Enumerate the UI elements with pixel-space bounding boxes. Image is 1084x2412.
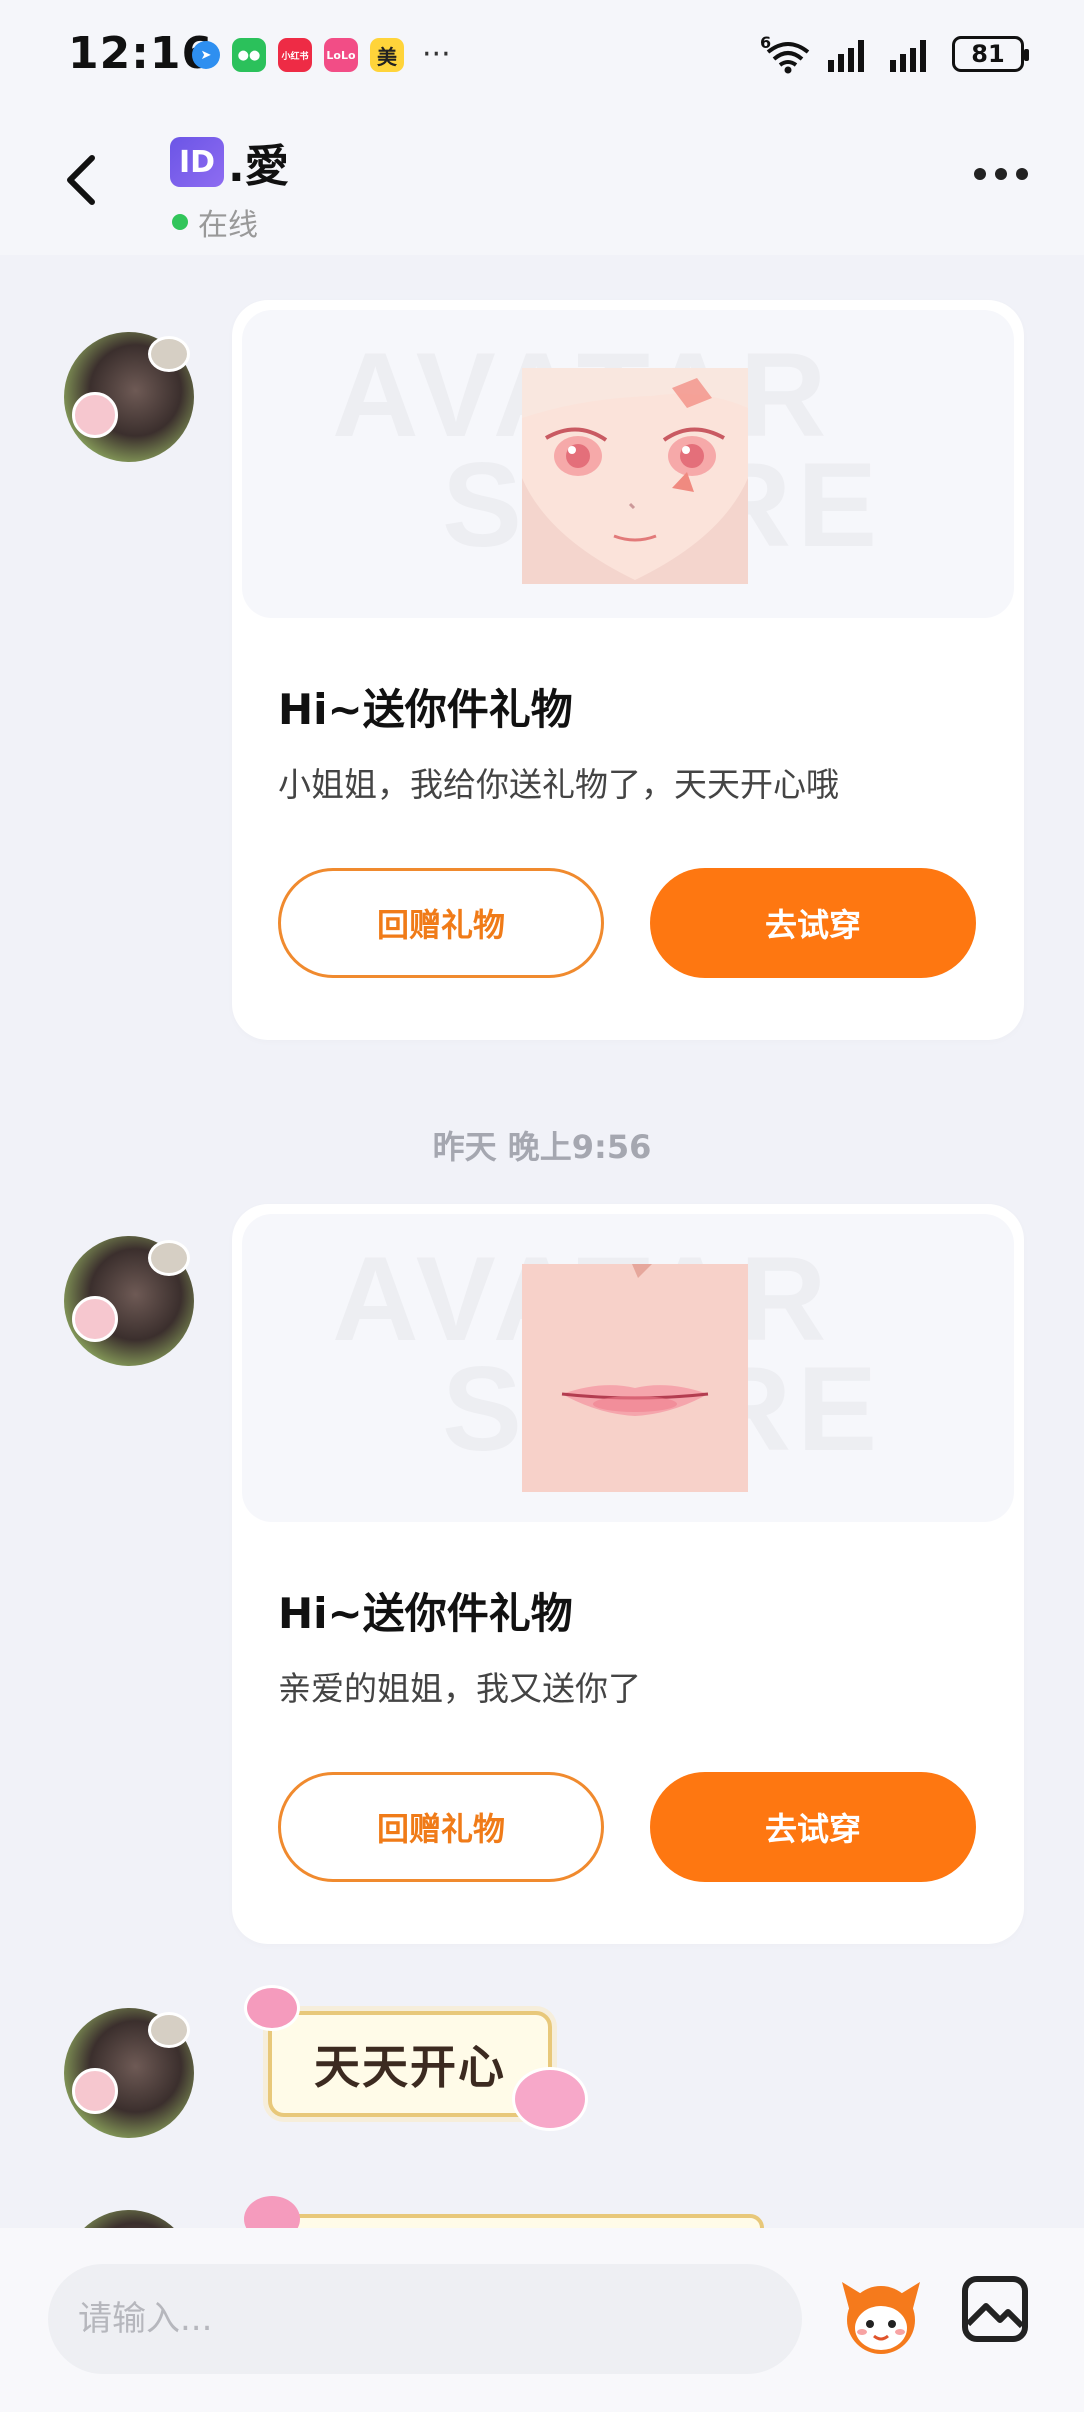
sticker-message[interactable]: 天天开心: [240, 1985, 600, 2135]
message-input[interactable]: [48, 2264, 802, 2374]
gift-preview[interactable]: AVATAR STORE: [242, 310, 1014, 618]
sender-avatar[interactable]: [64, 332, 194, 462]
status-bar: 12:16 ➤ ●● 小红书 LoLo 美 ··· 6 81: [0, 0, 1084, 110]
battery-icon: 81: [952, 36, 1029, 72]
return-gift-button[interactable]: 回赠礼物: [278, 868, 604, 978]
gift-message-text: 亲爱的姐姐，我又送你了: [278, 1669, 641, 1708]
contact-name-text: .愛: [228, 141, 289, 192]
online-status: 在线: [172, 200, 289, 244]
image-picker-icon[interactable]: [960, 2274, 1030, 2344]
face-makeup-image: [522, 368, 748, 584]
gift-message-card[interactable]: AVATAR STORE Hi~送你件礼物 亲爱的姐姐，我又送你了 回赠礼物 去…: [232, 1204, 1024, 1944]
return-gift-button[interactable]: 回赠礼物: [278, 1772, 604, 1882]
online-status-text: 在线: [198, 208, 258, 243]
sender-avatar[interactable]: [64, 2008, 194, 2138]
try-on-button[interactable]: 去试穿: [650, 868, 976, 978]
try-on-button[interactable]: 去试穿: [650, 1772, 976, 1882]
system-status: 6 81: [760, 34, 1029, 74]
signal-2-icon: [890, 40, 926, 72]
sticker-message-partial: [240, 2192, 780, 2232]
notification-icons: ➤ ●● 小红书 LoLo 美 ···: [192, 38, 451, 72]
id-badge: ID: [170, 137, 224, 187]
back-button[interactable]: [58, 150, 108, 210]
online-dot-icon: [172, 214, 188, 230]
gift-preview[interactable]: AVATAR STORE: [242, 1214, 1014, 1522]
gift-message-text: 小姐姐，我给你送礼物了，天天开心哦: [278, 765, 839, 804]
telegram-icon: ➤: [192, 41, 220, 69]
chat-header: ID .愛 在线: [0, 110, 1084, 255]
gift-title: Hi~送你件礼物: [278, 685, 573, 734]
sticker-text: 天天开心: [268, 2011, 552, 2117]
xiaohongshu-icon: 小红书: [278, 38, 312, 72]
time-divider: 昨天 晚上9:56: [432, 1128, 652, 1166]
wifi-icon: 6: [760, 34, 810, 74]
pig-sticker-icon: [512, 2067, 588, 2131]
mascot-sticker-button[interactable]: [838, 2272, 924, 2358]
dot-icon: [1016, 168, 1028, 180]
dot-icon: [974, 168, 986, 180]
pig-sticker-icon: [244, 2196, 300, 2232]
contact-name: ID .愛: [170, 130, 289, 194]
sender-avatar[interactable]: [64, 1236, 194, 1366]
wechat-icon: ●●: [232, 38, 266, 72]
signal-1-icon: [828, 40, 864, 72]
pig-sticker-icon: [244, 1985, 300, 2031]
lolo-icon: LoLo: [324, 38, 358, 72]
more-notifications-icon: ···: [422, 37, 451, 72]
gift-message-card[interactable]: AVATAR STORE Hi~送你件礼物 小姐姐，我给你送礼物了，天天开心哦 …: [232, 300, 1024, 1040]
input-bar: [0, 2228, 1084, 2412]
contact-info[interactable]: ID .愛 在线: [170, 130, 289, 244]
more-options-button[interactable]: [974, 168, 1028, 180]
gift-title: Hi~送你件礼物: [278, 1589, 573, 1638]
meituan-icon: 美: [370, 38, 404, 72]
lips-makeup-image: [522, 1264, 748, 1492]
dot-icon: [995, 168, 1007, 180]
